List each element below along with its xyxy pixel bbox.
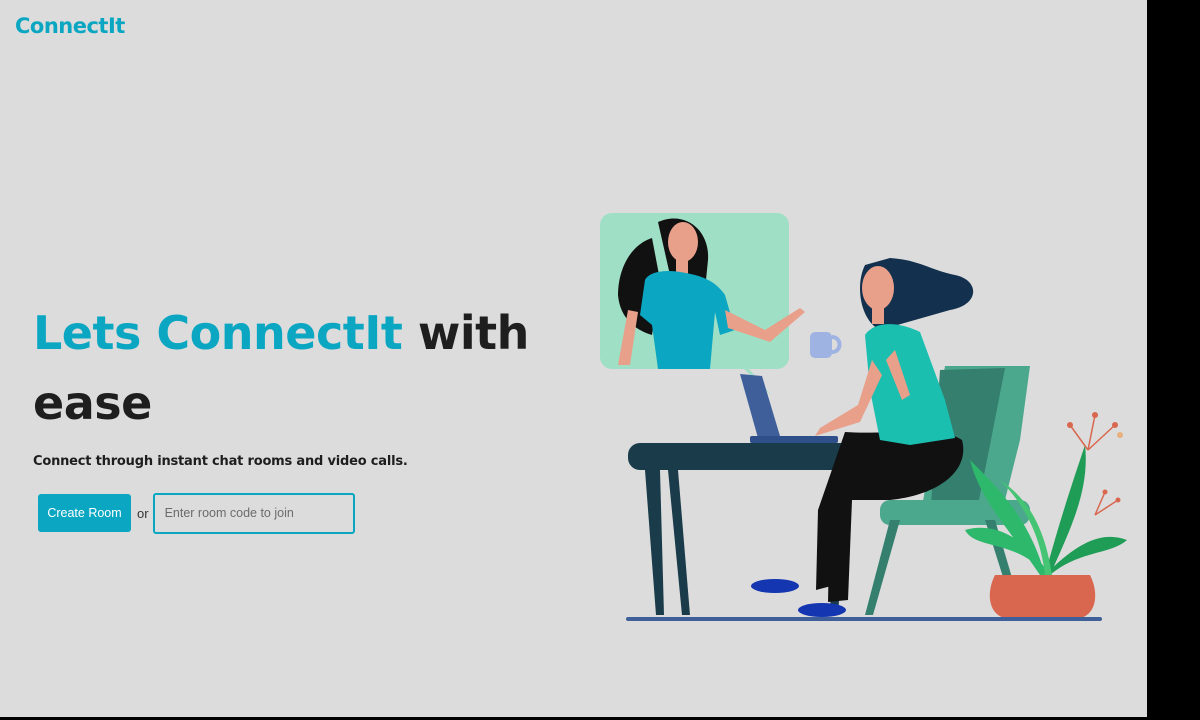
landing-page: ConnectIt Lets ConnectIt with ease Conne… — [0, 0, 1147, 717]
brand-logo[interactable]: ConnectIt — [15, 14, 125, 38]
hero-title: Lets ConnectIt with ease — [33, 298, 553, 438]
or-label: or — [137, 505, 149, 521]
create-room-button[interactable]: Create Room — [38, 494, 131, 532]
hero-subtitle: Connect through instant chat rooms and v… — [33, 454, 408, 469]
video-call-illustration-icon — [600, 213, 1127, 621]
room-code-input[interactable] — [152, 492, 355, 534]
hero-title-accent: Lets ConnectIt — [33, 306, 403, 360]
room-actions: Create Room or — [38, 492, 355, 534]
